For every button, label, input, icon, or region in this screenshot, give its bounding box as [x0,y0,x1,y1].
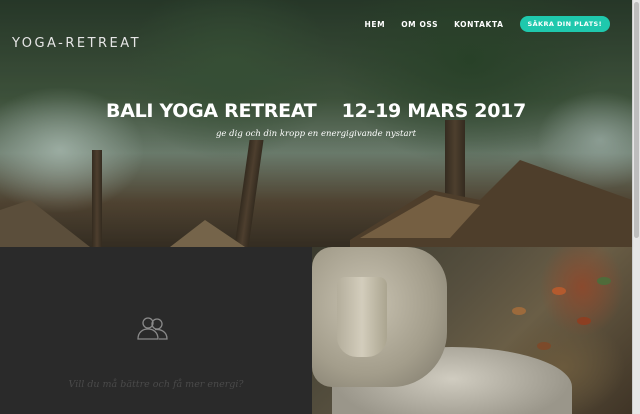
leaf-5 [537,342,551,350]
hero-title: BALI YOGA RETREAT 12-19 MARS 2017 [106,100,526,122]
leaf-1 [552,287,566,295]
nav-link-hem[interactable]: HEM [365,20,386,29]
hero-subtitle: ge dig och din kropp en energigivande ny… [215,129,417,139]
book-spot-button[interactable]: SÄKRA DIN PLATS! [519,16,610,32]
leaf-4 [597,277,611,285]
site-logo[interactable]: YOGA-RETREAT [12,36,141,51]
feature-text: Vill du må bättre och få mer energi? [68,379,244,390]
users-icon [135,314,171,349]
nav-link-om-oss[interactable]: OM OSS [401,20,438,29]
statue-image [312,247,632,414]
main-nav: HEM OM OSS KONTAKTA SÄKRA DIN PLATS! [349,16,610,32]
hero-section: YOGA-RETREAT HEM OM OSS KONTAKTA SÄKRA D… [0,0,632,247]
page-scrollbar[interactable] [632,0,640,414]
scrollbar-thumb[interactable] [634,2,639,238]
leaf-2 [577,317,591,325]
page-viewport: YOGA-RETREAT HEM OM OSS KONTAKTA SÄKRA D… [0,0,632,414]
statue-detail [337,277,387,357]
nav-link-kontakta[interactable]: KONTAKTA [454,20,503,29]
leaf-3 [512,307,526,315]
